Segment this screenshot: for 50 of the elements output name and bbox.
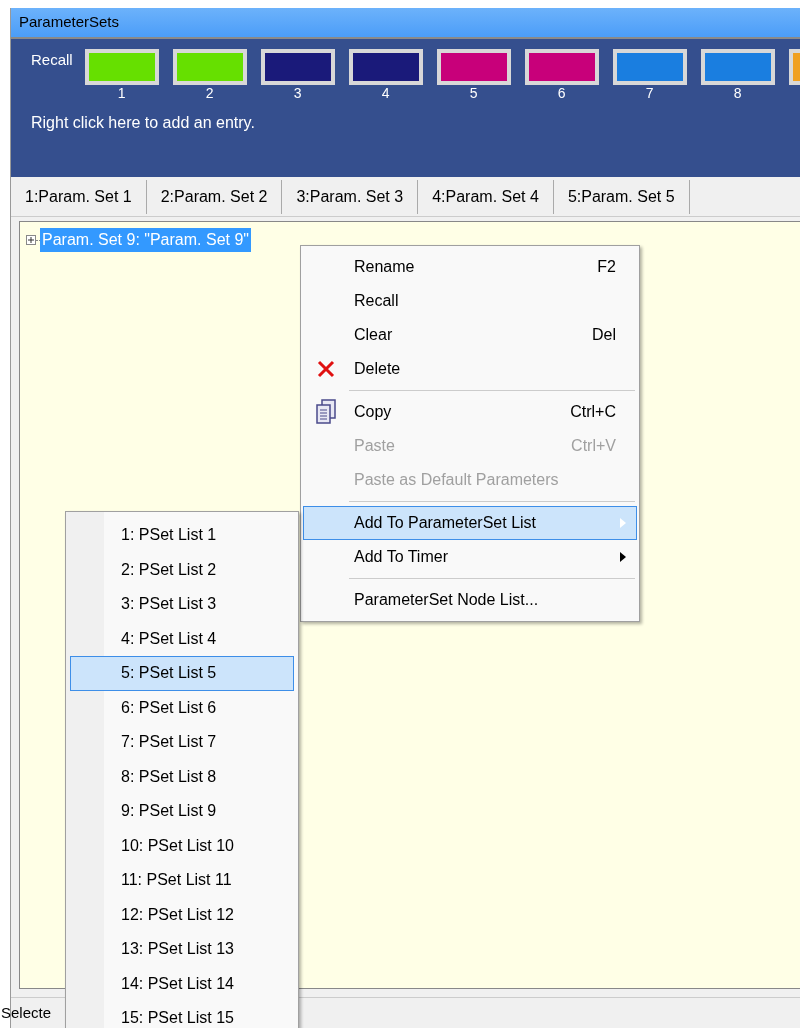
submenu-item[interactable]: 3: PSet List 3 (70, 587, 294, 622)
submenu-item[interactable]: 14: PSet List 14 (70, 966, 294, 1001)
submenu-item[interactable]: 6: PSet List 6 (70, 690, 294, 725)
submenu-item[interactable]: 11: PSet List 11 (70, 863, 294, 898)
swatch-number: 5 (469, 85, 478, 101)
recall-swatch-button[interactable] (524, 49, 599, 85)
menu-item[interactable]: Recall (303, 284, 637, 318)
submenu-item[interactable]: 13: PSet List 13 (70, 932, 294, 967)
expand-plus-icon[interactable] (26, 235, 36, 245)
recall-swatch-button[interactable] (348, 49, 423, 85)
swatch-number: 7 (645, 85, 654, 101)
submenu-item[interactable]: 10: PSet List 10 (70, 828, 294, 863)
submenu-item[interactable]: 15: PSet List 15 (70, 1001, 294, 1028)
swatch-number: 6 (557, 85, 566, 101)
shortcut-text: F2 (597, 257, 617, 277)
swatch-number: 8 (733, 85, 742, 101)
shortcut-text: Del (592, 325, 617, 345)
recall-label: Recall (31, 50, 73, 70)
submenu-item[interactable]: 1: PSet List 1 (70, 518, 294, 553)
submenu-item[interactable]: 4: PSet List 4 (70, 621, 294, 656)
swatch-number: 3 (293, 85, 302, 101)
menu-item[interactable]: Delete (303, 352, 637, 386)
delete-x-icon (316, 359, 336, 379)
recall-swatch-button[interactable] (700, 49, 775, 85)
copy-icon (315, 399, 337, 425)
submenu-item[interactable]: 8: PSet List 8 (70, 759, 294, 794)
recall-swatch-button[interactable] (436, 49, 511, 85)
submenu-item[interactable]: 12: PSet List 12 (70, 897, 294, 932)
submenu-item[interactable]: 2: PSet List 2 (70, 552, 294, 587)
swatch-number: 2 (205, 85, 214, 101)
submenu-item[interactable]: 9: PSet List 9 (70, 794, 294, 829)
window-title: ParameterSets (19, 12, 120, 33)
recall-swatch-button[interactable] (612, 49, 687, 85)
recall-swatch-button[interactable] (84, 49, 159, 85)
swatch-number: 1 (117, 85, 126, 101)
menu-item[interactable]: Rename F2 (303, 250, 637, 284)
submenu-item[interactable]: 5: PSet List 5 (70, 656, 294, 691)
recall-swatch-button[interactable] (260, 49, 335, 85)
shortcut-text: Ctrl+C (570, 402, 617, 422)
swatch-number: 4 (381, 85, 390, 101)
menu-item[interactable]: Add To ParameterSet List (303, 506, 637, 540)
menu-item[interactable]: ParameterSet Node List... (303, 583, 637, 617)
menu-item[interactable]: Clear Del (303, 318, 637, 352)
submenu-item[interactable]: 7: PSet List 7 (70, 725, 294, 760)
shortcut-text: Ctrl+V (571, 436, 617, 456)
hint-text: Right click here to add an entry. (31, 113, 256, 133)
menu-item[interactable]: Copy Ctrl+C (303, 395, 637, 429)
recall-swatch-button[interactable] (172, 49, 247, 85)
menu-item[interactable]: Add To Timer (303, 540, 637, 574)
status-text: Selecte (1, 1002, 52, 1023)
